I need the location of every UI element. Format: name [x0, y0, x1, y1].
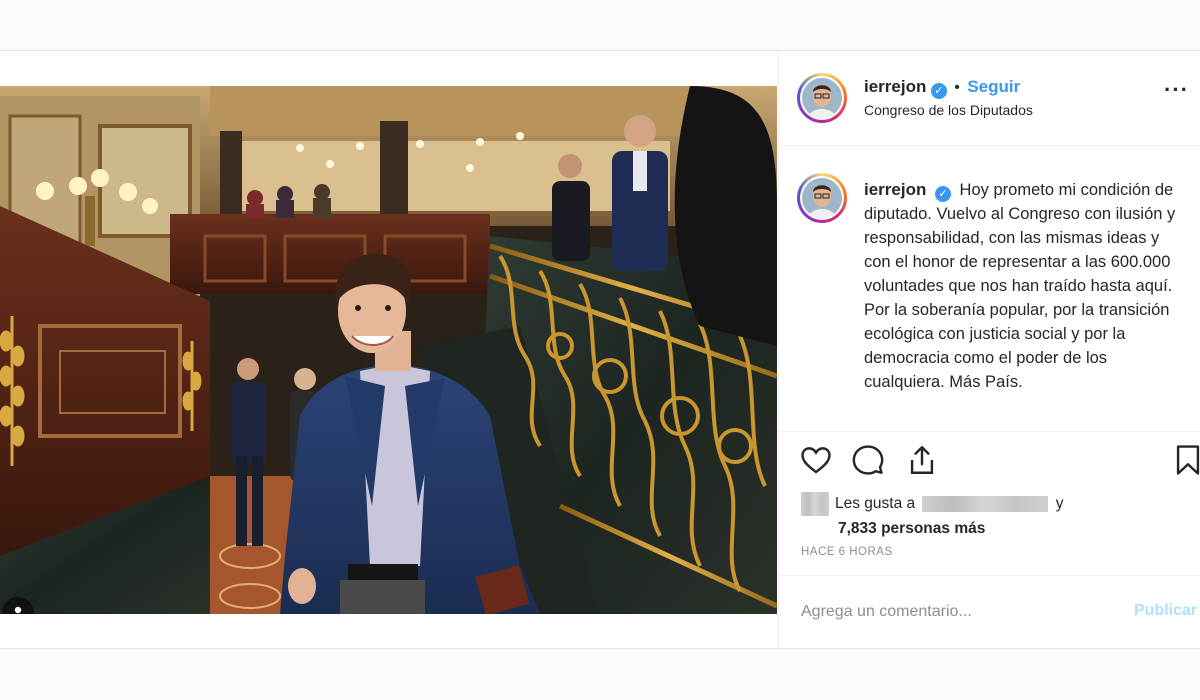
- caption-text: Hoy prometo mi condición de diputado. Vu…: [864, 181, 1176, 391]
- likes-prefix: Les gusta a: [835, 495, 916, 512]
- avatar-image: [802, 78, 842, 118]
- location-link[interactable]: Congreso de los Diputados: [864, 102, 1033, 118]
- comment-input[interactable]: [799, 602, 1103, 622]
- caption: ierrejon ✓ Hoy prometo mi condición de d…: [864, 178, 1182, 394]
- verified-icon: ✓: [930, 83, 947, 99]
- caption-avatar-image: [802, 178, 842, 218]
- post-side-panel: ierrejon ✓ • Seguir Congreso de los Dipu…: [778, 51, 1200, 648]
- header-user-line: ierrejon ✓ • Seguir: [864, 77, 1020, 99]
- header-username[interactable]: ierrejon: [864, 77, 926, 96]
- user-tag-icon: [14, 606, 22, 614]
- likes-count[interactable]: 7,833 personas más: [838, 520, 985, 537]
- heart-icon[interactable]: [799, 443, 833, 477]
- likes-conjunction: y: [1055, 495, 1064, 512]
- caption-avatar[interactable]: [797, 173, 847, 223]
- share-icon[interactable]: [905, 443, 939, 477]
- separator-dot: •: [954, 79, 960, 96]
- action-bar: [779, 439, 1200, 483]
- instagram-post: ierrejon ✓ • Seguir Congreso de los Dipu…: [0, 50, 1200, 649]
- liker-name-blurred[interactable]: [922, 495, 1049, 512]
- follow-button[interactable]: Seguir: [967, 77, 1020, 96]
- comment-box: Publicar: [779, 575, 1200, 649]
- caption-username[interactable]: ierrejon: [864, 180, 926, 199]
- post-header: ierrejon ✓ • Seguir Congreso de los Dipu…: [779, 51, 1200, 146]
- more-options-icon[interactable]: ···: [1164, 77, 1189, 103]
- post-photo[interactable]: [0, 86, 777, 614]
- liker-avatar-blurred[interactable]: [801, 491, 829, 516]
- caption-verified-icon: ✓: [934, 186, 951, 202]
- caption-area: ierrejon ✓ Hoy prometo mi condición de d…: [779, 146, 1200, 432]
- bookmark-icon[interactable]: [1171, 443, 1200, 477]
- post-timestamp[interactable]: HACE 6 HORAS: [801, 546, 893, 558]
- publish-button[interactable]: Publicar: [1134, 602, 1197, 620]
- comment-icon[interactable]: [851, 443, 885, 477]
- likes-summary: Les gusta a y 7,833 personas más: [801, 491, 1064, 541]
- photo-illustration: [0, 86, 777, 614]
- avatar[interactable]: [797, 73, 847, 123]
